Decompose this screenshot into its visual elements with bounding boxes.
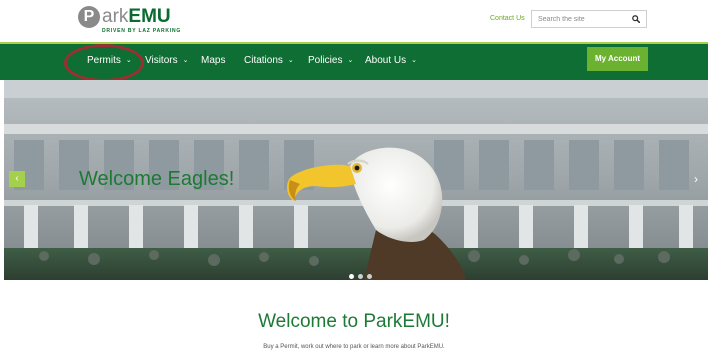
chevron-down-icon: ⌄ [347, 57, 354, 64]
logo-letter: P [78, 6, 100, 28]
nav-item-label: Policies [308, 55, 343, 66]
intro-text: Buy a Permit, work out where to park or … [263, 344, 445, 350]
slider-next-button[interactable]: › [694, 172, 698, 186]
my-account-button[interactable]: My Account [587, 47, 648, 71]
intro-heading: Welcome to ParkEMU! [258, 311, 450, 332]
slider-dot[interactable] [367, 274, 372, 279]
hero-title: Welcome Eagles! [79, 168, 235, 190]
slider-dots [349, 266, 376, 280]
nav-item-about-us[interactable]: About Us ⌄ [365, 55, 417, 68]
chevron-down-icon: ⌄ [287, 57, 294, 64]
search-icon[interactable] [632, 15, 640, 23]
nav-item-visitors[interactable]: Visitors ⌄ [145, 55, 188, 68]
hero-slider: Welcome Eagles! ‹ › [4, 80, 708, 280]
logo-name: arkEMU [102, 6, 171, 27]
slider-dot[interactable] [358, 274, 363, 279]
logo-tagline: DRIVEN BY LAZ PARKING [102, 28, 182, 34]
slider-dot[interactable] [349, 274, 354, 279]
contact-us-link[interactable]: Contact Us [490, 15, 525, 22]
slider-prev-button[interactable]: ‹ [9, 171, 25, 187]
annotation-circle [64, 44, 144, 82]
chevron-down-icon: ⌄ [182, 57, 189, 64]
chevron-down-icon: ⌄ [411, 57, 418, 64]
nav-item-policies[interactable]: Policies ⌄ [308, 55, 353, 68]
search-box [531, 10, 647, 28]
nav-item-label: Citations [244, 55, 283, 66]
search-input[interactable] [532, 11, 633, 27]
nav-item-label: About Us [365, 55, 407, 66]
nav-item-label: Maps [201, 55, 226, 66]
nav-item-label: Visitors [145, 55, 178, 66]
nav-item-maps[interactable]: Maps [201, 55, 225, 67]
site-header: P arkEMU DRIVEN BY LAZ PARKING Contact U… [0, 0, 708, 42]
nav-item-citations[interactable]: Citations ⌄ [244, 55, 294, 68]
